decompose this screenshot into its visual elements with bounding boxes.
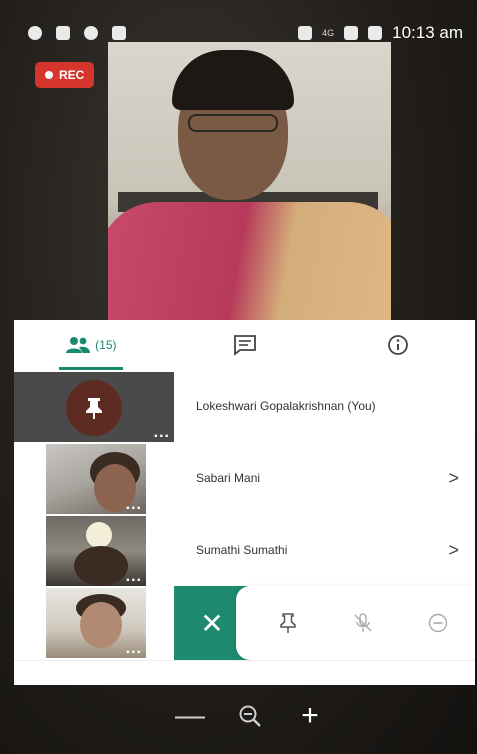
signal-icon <box>344 26 359 40</box>
recording-badge: REC <box>35 62 95 88</box>
video-person-glasses <box>188 114 278 132</box>
tile-more-icon[interactable]: ... <box>126 569 142 585</box>
tab-info[interactable] <box>321 320 475 370</box>
participant-tile-3[interactable]: ... <box>46 516 146 586</box>
pin-action-button[interactable] <box>273 608 303 638</box>
participant-tiles: ... ... ... ... <box>14 370 174 660</box>
status-bar: 4G 10:13 am <box>14 18 469 48</box>
record-dot-icon <box>45 71 53 79</box>
zoom-minus-button[interactable]: — <box>170 696 210 736</box>
screen: 4G 10:13 am REC (15) ... ... ... ... Lok… <box>0 0 477 754</box>
panel-tabs: (15) <box>14 320 475 370</box>
tile-person-silhouette <box>74 546 128 586</box>
pin-badge <box>66 380 122 436</box>
app-icon <box>112 26 126 40</box>
mic-off-icon <box>354 613 371 632</box>
tab-chat[interactable] <box>168 320 322 370</box>
participant-name: Lokeshwari Gopalakrishnan (You) <box>196 399 376 413</box>
location-icon <box>28 26 42 40</box>
mute-action-button[interactable] <box>348 608 378 638</box>
chevron-right-icon: > <box>448 539 459 560</box>
info-icon <box>388 335 409 355</box>
notification-icon <box>56 26 70 40</box>
participant-tile-self[interactable]: ... <box>14 372 174 442</box>
battery-icon <box>368 26 383 40</box>
zoom-out-icon <box>239 705 261 727</box>
zoom-plus-button[interactable]: + <box>290 696 330 736</box>
participant-count: (15) <box>95 338 117 352</box>
list-item[interactable]: Sumathi Sumathi > <box>174 514 475 586</box>
cast-icon <box>298 26 313 40</box>
zoom-controls: — + <box>160 690 340 742</box>
zoom-out-button[interactable] <box>230 696 270 736</box>
people-icon <box>66 337 91 353</box>
main-video[interactable] <box>108 42 391 322</box>
list-item[interactable]: Sabari Mani > <box>174 442 475 514</box>
remove-icon <box>428 613 447 633</box>
participants-panel: (15) ... ... ... ... Lokeshwari Gopalakr… <box>14 320 475 685</box>
participant-tile-2[interactable]: ... <box>46 444 146 514</box>
video-person-body <box>108 202 391 322</box>
pin-icon <box>86 398 102 419</box>
tile-person-face <box>80 602 122 648</box>
whatsapp-icon <box>84 26 98 40</box>
tile-more-icon[interactable]: ... <box>154 425 170 441</box>
tile-more-icon[interactable]: ... <box>126 497 142 513</box>
action-tray <box>236 586 475 660</box>
list-item[interactable]: Lokeshwari Gopalakrishnan (You) <box>174 370 475 442</box>
network-label: 4G <box>322 27 335 38</box>
video-person-hair <box>172 50 294 110</box>
chat-icon <box>233 335 256 356</box>
participant-actions: ✕ <box>174 586 475 660</box>
remove-action-button[interactable] <box>423 608 453 638</box>
participant-name: Sumathi Sumathi <box>196 543 288 557</box>
participant-list: Lokeshwari Gopalakrishnan (You) Sabari M… <box>174 370 475 586</box>
participant-tile-4[interactable]: ... <box>46 588 146 658</box>
participant-name: Sabari Mani <box>196 471 261 485</box>
tab-people[interactable]: (15) <box>14 320 168 370</box>
tile-more-icon[interactable]: ... <box>126 641 142 657</box>
panel-footer <box>14 660 475 685</box>
pin-icon <box>279 613 296 633</box>
recording-label: REC <box>59 68 85 82</box>
tile-light <box>86 522 112 548</box>
clock: 10:13 am <box>392 23 463 42</box>
chevron-right-icon: > <box>448 467 459 488</box>
